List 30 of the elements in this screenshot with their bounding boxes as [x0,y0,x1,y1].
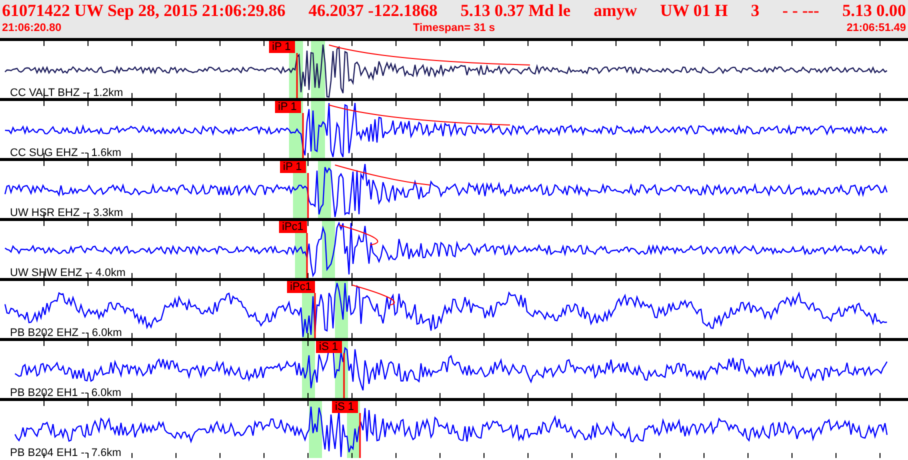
station-label: CC SUG EHZ -- 1.6km [10,147,122,159]
station-label: PB B204 EH1 -- 7.6km [10,447,122,459]
pick-line [314,293,316,338]
phase-pick[interactable]: iS 1 [316,341,342,353]
event-field: 61071422 UW Sep 28, 2015 21:06:29.86 [2,1,286,21]
pick-line [296,53,298,98]
pick-line [343,353,345,398]
start-time: 21:06:20.80 [2,21,62,35]
phase-pick[interactable]: iP 1 [280,161,306,173]
phase-pick[interactable]: iPc1 [287,281,316,293]
event-field: UW 01 H [660,1,728,21]
event-field: 5.13 0.37 Md le [460,1,571,21]
end-time: 21:06:51.49 [846,21,906,35]
coda-line [338,224,378,246]
phase-pick[interactable]: iP 1 [275,101,301,113]
event-field: 5.13 0.00 [842,1,906,21]
timespan: Timespan= 31 s [412,21,496,35]
pick-line [302,113,304,158]
event-field: 3 [750,1,760,21]
pick-line [307,173,309,218]
pick-line [359,413,361,458]
event-field: - - --- [782,1,820,21]
phase-pick[interactable]: iPc1 [279,221,308,233]
phase-pick[interactable]: iS 1 [332,401,358,413]
pick-line [306,233,308,278]
event-field: 46.2037 -122.1868 [308,1,438,21]
phase-pick[interactable]: iP 1 [269,41,295,53]
event-field: amyw [594,1,638,21]
coda-line [352,284,395,306]
station-label: PB B202 EH1 -- 6.0km [10,387,122,399]
